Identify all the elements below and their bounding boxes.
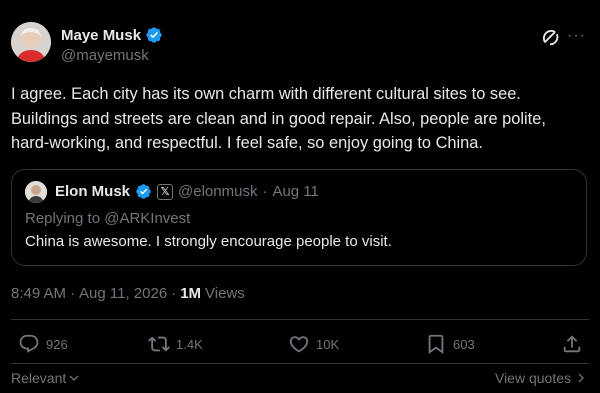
heart-icon: [289, 336, 309, 353]
chevron-down-icon: [69, 375, 79, 381]
divider: [11, 363, 589, 364]
tweet: Maye Musk @mayemusk ··· I agree. Each ci…: [0, 0, 600, 393]
quoted-text: China is awesome. I strongly encourage p…: [25, 233, 392, 250]
reply-button[interactable]: 926: [18, 333, 68, 355]
tweet-date[interactable]: Aug 11, 2026: [79, 285, 167, 302]
sort-label: Relevant: [11, 370, 67, 386]
view-quotes-link[interactable]: View quotes: [495, 370, 587, 386]
quoted-author-avatar[interactable]: [25, 181, 47, 203]
tweet-time[interactable]: 8:49 AM: [11, 285, 66, 302]
separator-dot: ·: [262, 183, 268, 200]
views-count: 1M: [180, 285, 202, 302]
quoted-header: Elon Musk 𝕏 @elonmusk · Aug 11: [55, 183, 319, 200]
reply-count: 926: [46, 336, 68, 352]
quoted-author-handle[interactable]: @elonmusk: [178, 183, 257, 200]
bookmark-count: 603: [453, 336, 475, 352]
like-button[interactable]: 10K: [288, 333, 339, 355]
view-quotes-label: View quotes: [494, 370, 571, 386]
views-label: Views: [205, 285, 245, 302]
sort-dropdown[interactable]: Relevant: [11, 370, 80, 386]
separator-dot: ·: [171, 285, 177, 302]
divider: [11, 319, 589, 320]
share-button[interactable]: [561, 333, 583, 355]
author-avatar[interactable]: [11, 22, 51, 62]
author-handle[interactable]: @mayemusk: [61, 47, 149, 64]
quoted-author-name[interactable]: Elon Musk: [55, 183, 130, 200]
chevron-right-icon: [578, 373, 584, 383]
bookmark-icon: [428, 334, 444, 355]
bookmark-button[interactable]: 603: [425, 333, 475, 355]
action-bar: 926 1.4K 10K 603: [0, 333, 600, 359]
verified-badge-icon: [136, 184, 151, 199]
repost-button[interactable]: 1.4K: [148, 333, 203, 355]
grok-icon[interactable]: [539, 26, 561, 48]
quoted-date[interactable]: Aug 11: [272, 183, 318, 200]
repost-count: 1.4K: [176, 336, 203, 352]
more-options-icon[interactable]: ···: [567, 28, 589, 46]
author-name-text[interactable]: Maye Musk: [61, 27, 141, 44]
separator-dot: ·: [70, 285, 76, 302]
replying-to: Replying to @ARKInvest: [25, 210, 191, 227]
tweet-meta: 8:49 AM · Aug 11, 2026 · 1M Views: [11, 285, 245, 302]
author-name[interactable]: Maye Musk: [61, 26, 163, 44]
tweet-text: I agree. Each city has its own charm wit…: [11, 85, 546, 153]
affiliate-x-badge-icon: 𝕏: [157, 183, 174, 200]
share-icon: [563, 335, 581, 353]
verified-badge-icon: [146, 27, 162, 43]
quoted-tweet[interactable]: Elon Musk 𝕏 @elonmusk · Aug 11 Replying …: [11, 169, 587, 266]
repost-icon: [148, 336, 170, 352]
reply-icon: [19, 334, 39, 353]
like-count: 10K: [316, 336, 340, 352]
